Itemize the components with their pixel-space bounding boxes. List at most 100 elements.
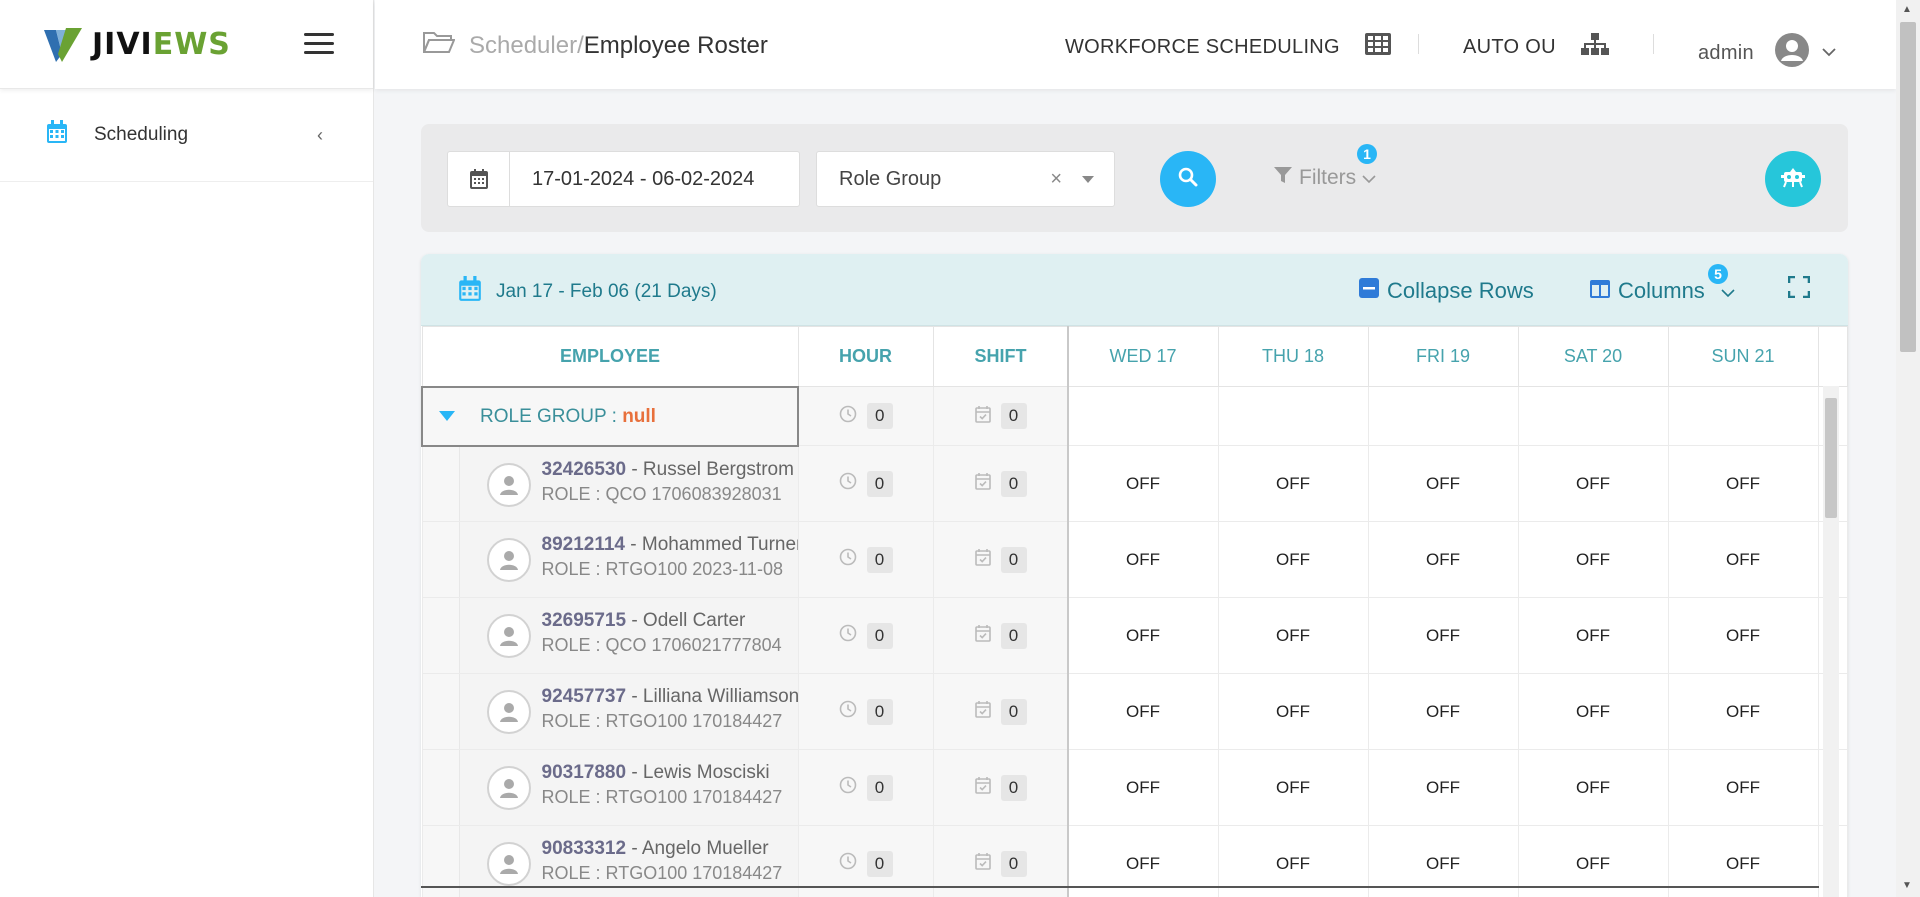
employee-name: - Odell Carter xyxy=(626,610,746,631)
day-cell[interactable]: OFF xyxy=(1367,749,1519,826)
sidebar: JIVIEWS Scheduling ‹ xyxy=(0,0,374,897)
employee-cell[interactable]: 32426530 - Russel Bergstrom ROLE : QCO 1… xyxy=(421,445,799,522)
shifts-count: 0 xyxy=(1000,546,1027,573)
day-cell[interactable]: OFF xyxy=(1217,597,1369,674)
day-cell[interactable]: OFF xyxy=(1367,445,1519,522)
bulk-action-button[interactable] xyxy=(1765,151,1821,207)
group-cell[interactable]: ROLE GROUP : null xyxy=(421,385,799,447)
table-row[interactable]: 32695715 - Odell Carter ROLE : QCO 17060… xyxy=(421,597,1848,674)
table-row[interactable]: 92457737 - Lilliana Williamson ROLE : RT… xyxy=(421,673,1848,750)
breadcrumb-current: Employee Roster xyxy=(583,31,768,59)
employee-id[interactable]: 32695715 xyxy=(542,610,627,631)
employee-name: - Angelo Mueller xyxy=(626,838,769,859)
day-cell[interactable]: OFF xyxy=(1367,521,1519,598)
day-cell[interactable]: OFF xyxy=(1517,673,1669,750)
filters-button[interactable]: Filters 1 xyxy=(1273,144,1377,190)
day-cell[interactable]: OFF xyxy=(1217,521,1369,598)
employee-name: - Mohammed Turner xyxy=(625,534,798,555)
date-range-picker[interactable]: 17-01-2024 - 06-02-2024 xyxy=(447,151,800,207)
fullscreen-button[interactable] xyxy=(1787,275,1811,304)
employee-id[interactable]: 32426530 xyxy=(542,459,627,480)
menu-toggle-icon[interactable] xyxy=(304,33,334,57)
search-button[interactable] xyxy=(1160,151,1216,207)
collapse-rows-button[interactable]: Collapse Rows xyxy=(1359,278,1534,304)
user-name: admin xyxy=(1698,41,1754,64)
day-cell[interactable]: OFF xyxy=(1067,445,1219,522)
day-cell[interactable]: OFF xyxy=(1217,673,1369,750)
avatar-icon xyxy=(1774,32,1810,74)
role-group-select[interactable]: Role Group × xyxy=(816,151,1115,207)
employee-cell[interactable]: 32695715 - Odell Carter ROLE : QCO 17060… xyxy=(421,597,799,674)
column-header-shift[interactable]: SHIFT xyxy=(932,326,1069,387)
user-menu[interactable]: admin xyxy=(1698,32,1836,74)
columns-button[interactable]: Columns 5 xyxy=(1590,264,1735,304)
clear-icon[interactable]: × xyxy=(1050,168,1062,191)
employee-cell[interactable]: 89212114 - Mohammed Turner ROLE : RTGO10… xyxy=(421,521,799,598)
employee-name: - Lilliana Williamson xyxy=(626,686,798,707)
table-row[interactable]: 90317880 - Lewis Mosciski ROLE : RTGO100… xyxy=(421,749,1848,826)
employee-id[interactable]: 89212114 xyxy=(542,534,626,555)
sidebar-item-scheduling[interactable]: Scheduling ‹ xyxy=(0,89,373,182)
day-cell[interactable]: OFF xyxy=(1067,749,1219,826)
filters-count-badge: 1 xyxy=(1357,144,1377,164)
day-cell[interactable]: OFF xyxy=(1367,673,1519,750)
day-cell[interactable]: OFF xyxy=(1517,749,1669,826)
hours-count: 0 xyxy=(866,546,893,573)
breadcrumb-parent[interactable]: Scheduler/ xyxy=(469,32,584,60)
employee-id[interactable]: 90317880 xyxy=(542,762,627,783)
employee-name: - Lewis Mosciski xyxy=(626,762,770,783)
table-scrollbar-thumb[interactable] xyxy=(1825,398,1837,518)
day-cell[interactable]: OFF xyxy=(1367,597,1519,674)
columns-count-badge: 5 xyxy=(1708,264,1728,284)
caret-down-icon[interactable] xyxy=(439,410,455,421)
column-header-hour[interactable]: HOUR xyxy=(797,326,934,387)
shifts-cell: 0 xyxy=(932,749,1069,826)
scroll-down-icon[interactable]: ▼ xyxy=(1902,880,1912,891)
employee-id[interactable]: 92457737 xyxy=(542,686,627,707)
employee-name: - Russel Bergstrom xyxy=(626,458,794,480)
group-row[interactable]: ROLE GROUP : null 0 0 xyxy=(421,385,1848,447)
table-row[interactable]: 89212114 - Mohammed Turner ROLE : RTGO10… xyxy=(421,521,1848,598)
table-row[interactable]: 32426530 - Russel Bergstrom ROLE : QCO 1… xyxy=(421,445,1848,522)
day-cell[interactable]: OFF xyxy=(1067,673,1219,750)
page-scrollbar[interactable]: ▲ ▼ xyxy=(1896,0,1920,897)
day-cell[interactable]: OFF xyxy=(1217,445,1369,522)
header-divider xyxy=(1653,34,1654,54)
table-scrollbar[interactable] xyxy=(1823,386,1839,897)
scrollbar-thumb[interactable] xyxy=(1900,22,1916,352)
day-cell[interactable]: OFF xyxy=(1517,445,1669,522)
hours-count: 0 xyxy=(866,470,893,497)
module-switcher[interactable]: WORKFORCE SCHEDULING xyxy=(1065,32,1392,62)
day-cell[interactable]: OFF xyxy=(1667,445,1819,522)
shifts-count: 0 xyxy=(1000,470,1027,497)
employee-role: ROLE : QCO 1706083928031 xyxy=(541,483,782,504)
day-cell[interactable]: OFF xyxy=(1517,521,1669,598)
shifts-count: 0 xyxy=(1000,622,1027,649)
day-cell[interactable]: OFF xyxy=(1667,597,1819,674)
column-header-day: FRI 19 xyxy=(1367,326,1519,387)
sidebar-header: JIVIEWS xyxy=(0,0,373,89)
day-cell[interactable]: OFF xyxy=(1217,749,1369,826)
day-cell[interactable]: OFF xyxy=(1067,597,1219,674)
roster-panel: Jan 17 - Feb 06 (21 Days) Collapse Rows … xyxy=(421,254,1848,897)
header-divider xyxy=(1418,34,1419,54)
day-cell[interactable]: OFF xyxy=(1667,521,1819,598)
calendar-icon xyxy=(448,152,510,206)
caret-down-icon[interactable] xyxy=(1082,176,1094,183)
column-header-employee[interactable]: EMPLOYEE xyxy=(421,326,799,387)
chevron-down-icon xyxy=(1822,44,1836,62)
app-logo[interactable]: JIVIEWS xyxy=(40,24,231,64)
group-day-cell xyxy=(1667,386,1819,446)
day-cell[interactable]: OFF xyxy=(1667,749,1819,826)
hours-count: 0 xyxy=(866,622,893,649)
day-cell[interactable]: OFF xyxy=(1517,597,1669,674)
day-cell[interactable]: OFF xyxy=(1667,673,1819,750)
employee-id[interactable]: 90833312 xyxy=(542,838,627,859)
employee-cell[interactable]: 90317880 - Lewis Mosciski ROLE : RTGO100… xyxy=(421,749,799,826)
chevron-left-icon[interactable]: ‹ xyxy=(317,125,323,146)
group-label: ROLE GROUP : xyxy=(480,405,623,427)
employee-cell[interactable]: 92457737 - Lilliana Williamson ROLE : RT… xyxy=(421,673,799,750)
ou-switcher[interactable]: AUTO OU xyxy=(1463,32,1610,62)
day-cell[interactable]: OFF xyxy=(1067,521,1219,598)
scroll-up-icon[interactable]: ▲ xyxy=(1902,4,1912,15)
